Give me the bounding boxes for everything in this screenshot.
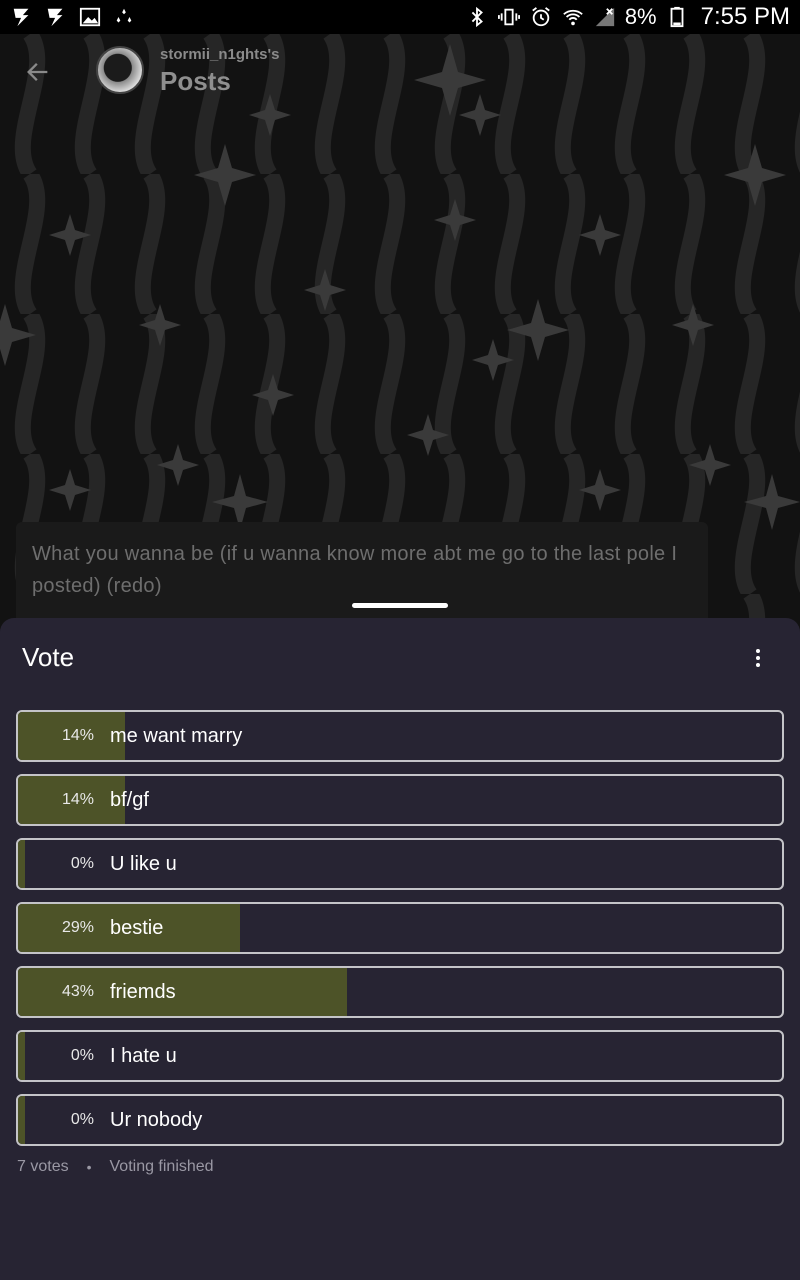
status-right: 8% 7:55 PM — [465, 3, 790, 31]
vote-count: 7 votes — [17, 1158, 69, 1175]
back-button[interactable] — [20, 54, 56, 90]
post-card[interactable]: What you wanna be (if u wanna know more … — [16, 522, 708, 632]
poll-option[interactable]: 14% bf/gf — [16, 774, 784, 826]
option-percent: 0% — [70, 855, 94, 872]
poll-option[interactable]: 0% I hate u — [16, 1030, 784, 1082]
avatar[interactable] — [96, 46, 144, 94]
poll-options: 14% me want marry 14% bf/gf 0% U like u … — [16, 710, 784, 1158]
option-percent: 43% — [61, 983, 94, 1000]
alarm-icon — [529, 5, 553, 29]
signal-icon — [593, 5, 617, 29]
clock: 7:55 PM — [700, 3, 790, 30]
battery-icon — [665, 5, 689, 29]
poll-option[interactable]: 14% me want marry — [16, 710, 784, 762]
vibrate-icon — [497, 5, 521, 29]
status-left-icons — [10, 5, 136, 29]
bolt-icon — [10, 5, 34, 29]
bolt-icon — [44, 5, 68, 29]
poll-option[interactable]: 0% U like u — [16, 838, 784, 890]
post-owner: stormii_n1ghts's — [160, 46, 280, 63]
poll-status: Voting finished — [109, 1158, 214, 1175]
vote-sheet: Vote 14% me want marry 14% bf/gf 0% U li… — [0, 618, 800, 1280]
poll-option[interactable]: 43% friemds — [16, 966, 784, 1018]
image-icon — [78, 5, 102, 29]
poll-option[interactable]: 0% Ur nobody — [16, 1094, 784, 1146]
option-percent: 14% — [61, 791, 94, 808]
arrow-left-icon — [27, 63, 48, 81]
post-text: What you wanna be (if u wanna know more … — [32, 543, 678, 597]
option-percent: 0% — [70, 1047, 94, 1064]
status-bar: 8% 7:55 PM — [0, 0, 800, 34]
poll-footer: 7 votes • Voting finished — [17, 1158, 214, 1176]
more-vertical-icon — [756, 649, 760, 667]
option-label: bestie — [110, 917, 164, 939]
option-percent: 14% — [61, 727, 94, 744]
sheet-drag-handle[interactable] — [352, 603, 448, 608]
option-label: me want marry — [110, 725, 243, 747]
option-label: Ur nobody — [110, 1109, 203, 1131]
sheet-title: Vote — [22, 642, 75, 672]
top-nav: stormii_n1ghts's Posts — [0, 34, 800, 114]
option-label: U like u — [110, 853, 177, 875]
option-percent: 29% — [61, 919, 94, 936]
separator-dot: • — [86, 1159, 92, 1175]
option-percent: 0% — [70, 1111, 94, 1128]
option-label: bf/gf — [110, 789, 149, 811]
wifi-icon — [561, 5, 585, 29]
more-options-button[interactable] — [744, 642, 772, 674]
poll-option[interactable]: 29% bestie — [16, 902, 784, 954]
sparkle-icon — [112, 5, 136, 29]
battery-percent: 8% — [624, 4, 657, 29]
option-label: I hate u — [110, 1045, 177, 1067]
page-title: Posts — [160, 66, 231, 96]
option-label: friemds — [110, 981, 176, 1003]
bluetooth-icon — [465, 5, 489, 29]
